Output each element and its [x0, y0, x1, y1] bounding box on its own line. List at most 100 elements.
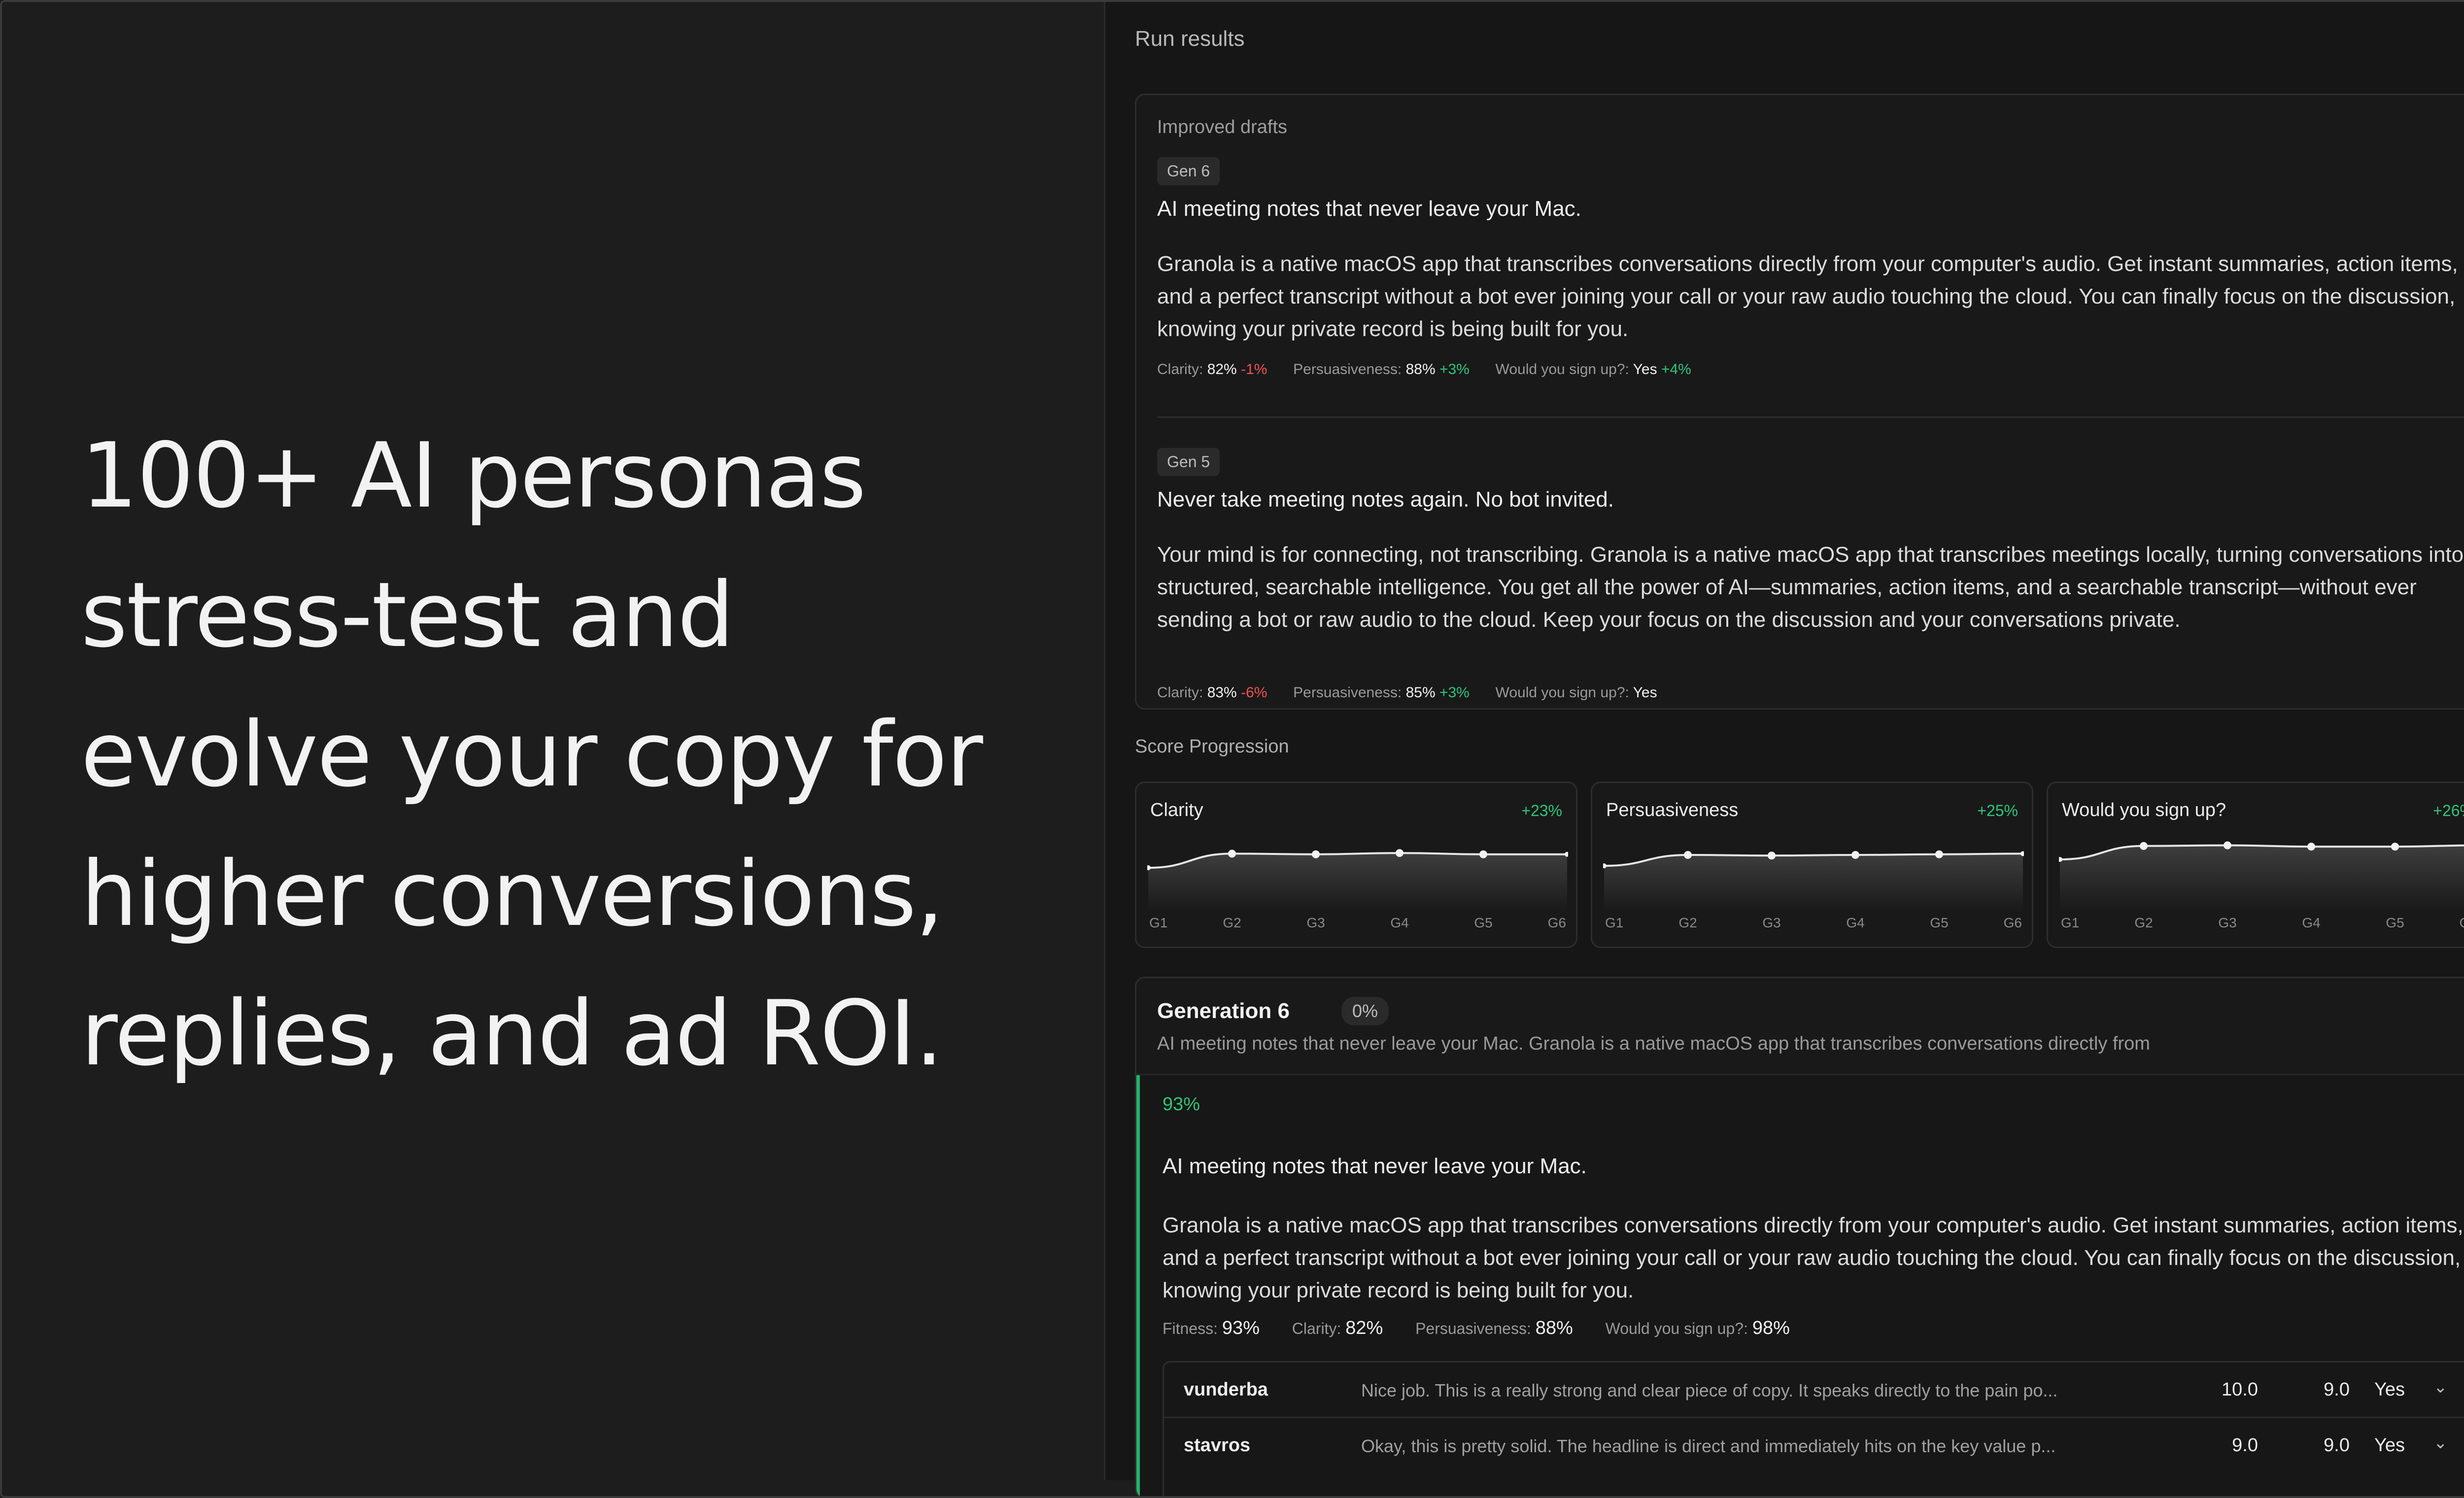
sparkline-name: Persuasiveness	[1606, 800, 1739, 820]
metric-label: Fitness:	[1163, 1320, 1218, 1337]
chevron-down-icon[interactable]: ⌄	[2433, 1377, 2448, 1397]
persona-signup: Yes	[2374, 1435, 2405, 1456]
persona-name: stavros	[1184, 1435, 1251, 1456]
metric-label: Persuasiveness:	[1293, 361, 1402, 377]
sparkline-point	[1479, 850, 1487, 858]
sparkline-chart	[1147, 849, 1568, 911]
metric-value: 83%	[1207, 684, 1237, 701]
persona-comment: Nice job. This is a really strong and cl…	[1361, 1380, 2058, 1400]
metric-value: 85%	[1405, 684, 1436, 701]
sparkline-ticks: G1 G2 G3 G4 G5 G6	[1147, 915, 1568, 935]
variant-title: AI meeting notes that never leave your M…	[1163, 1154, 1587, 1178]
persona-persuasiveness-score: 9.0	[2324, 1379, 2350, 1400]
sparkline-tick-label: G1	[1149, 915, 1168, 930]
gen-badge: Gen 6	[1157, 157, 1220, 185]
run-results-panel: Run results × Improved drafts Gen 6 AI m…	[1104, 2, 2464, 1496]
sparkline-point	[1684, 851, 1692, 859]
sparkline-point	[1228, 850, 1236, 858]
metric-value: Yes	[1633, 361, 1657, 377]
sparkline-area	[1148, 853, 1567, 911]
close-icon[interactable]: ×	[2461, 1153, 2464, 1177]
sparkline-card-signup: Would you sign up? +26% G1 G2 G3 G4 G5 G6	[2047, 782, 2464, 948]
sparkline-tick-label: G2	[1678, 915, 1697, 930]
metric-label: Would you sign up?:	[1605, 1320, 1748, 1337]
draft-title: AI meeting notes that never leave your M…	[1157, 197, 1581, 221]
variant-body: Granola is a native macOS app that trans…	[1163, 1213, 2464, 1302]
sparkline-tick-label: G6	[2003, 915, 2022, 930]
metric-label: Clarity:	[1157, 361, 1203, 377]
sparkline-point	[1396, 849, 1403, 857]
persona-clarity-score: 9.0	[2232, 1435, 2258, 1456]
sparkline-tick-label: G4	[1846, 915, 1865, 930]
hero-line: stress-test and	[81, 563, 734, 667]
metric-value: 93%	[1222, 1318, 1260, 1338]
sparkline-point	[1312, 850, 1320, 858]
sparkline-point	[2224, 841, 2231, 850]
sparkline-area	[2060, 845, 2464, 911]
metric-label: Would you sign up?:	[1495, 684, 1629, 701]
draft-divider	[1157, 416, 2464, 418]
sparkline-point	[1851, 851, 1859, 859]
metric-value: 98%	[1752, 1318, 1790, 1338]
generation-summary: AI meeting notes that never leave your M…	[1157, 1033, 2150, 1054]
variant-detail: 93% AI meeting notes that never leave yo…	[1136, 1075, 2464, 1496]
panel-title: Run results	[1135, 27, 1245, 51]
persona-signup: Yes	[2374, 1379, 2405, 1400]
gen-badge: Gen 5	[1157, 448, 1220, 476]
app-frame: 100+ AI personas stress-test and evolve …	[0, 0, 2464, 1498]
chevron-down-icon[interactable]: ⌄	[2433, 1433, 2448, 1453]
sparkline-name: Would you sign up?	[2062, 800, 2226, 820]
hero-headline: 100+ AI personas stress-test and evolve …	[81, 406, 1066, 1103]
score-progression-title: Score Progression	[1135, 736, 1289, 757]
sparkline-delta: +26%	[2433, 802, 2464, 819]
sparkline-point	[2391, 843, 2399, 851]
sparkline-ticks: G1 G2 G3 G4 G5 G6	[2059, 915, 2464, 935]
generation-card[interactable]: Generation 6 0% AI meeting notes that ne…	[1135, 977, 2464, 1496]
metric-label: Persuasiveness:	[1293, 684, 1402, 701]
hero-line: evolve your copy for	[81, 702, 983, 807]
persona-row[interactable]: stavros Okay, this is pretty solid. The …	[1164, 1417, 2464, 1471]
sparkline-name: Clarity	[1150, 800, 1203, 820]
sparkline-tick-label: G4	[2302, 915, 2321, 930]
sparkline-card-clarity: Clarity +23% G1 G2 G3 G4 G5 G6	[1135, 782, 1577, 948]
variant-metrics: Fitness: 93% Clarity: 82% Persuasiveness…	[1163, 1318, 1790, 1339]
sparkline-tick-label: G3	[1306, 915, 1325, 930]
metric-value: 88%	[1535, 1318, 1573, 1338]
improved-drafts-card: Improved drafts Gen 6 AI meeting notes t…	[1135, 94, 2464, 710]
sparkline-tick-label: G3	[1762, 915, 1781, 930]
persona-row[interactable]: vunderba Nice job. This is a really stro…	[1164, 1362, 2464, 1417]
hero-line: replies, and ad ROI.	[81, 981, 943, 1086]
sparkline-point	[1768, 851, 1776, 860]
generation-title: Generation 6	[1157, 999, 1290, 1023]
metric-label: Persuasiveness:	[1415, 1320, 1531, 1337]
draft-metrics: Clarity: 82% -1% Persuasiveness: 88% +3%…	[1157, 361, 1691, 378]
persona-name: vunderba	[1184, 1379, 1268, 1400]
sparkline-tick-label: G1	[2061, 915, 2080, 930]
sparkline-tick-label: G6	[1547, 915, 1566, 930]
sparkline-tick-label: G2	[1223, 915, 1241, 930]
metric-delta: +4%	[1661, 361, 1691, 377]
metric-delta: -6%	[1241, 684, 1267, 701]
sparkline-delta: +25%	[1977, 802, 2018, 819]
sparkline-chart	[2059, 841, 2464, 911]
metric-value: 82%	[1207, 361, 1237, 377]
metric-label: Would you sign up?:	[1495, 361, 1629, 377]
sparkline-area	[1604, 853, 2023, 911]
sparkline-tick-label: G3	[2218, 915, 2237, 930]
metric-label: Clarity:	[1157, 684, 1203, 701]
sparkline-delta: +23%	[1521, 802, 1562, 819]
draft-title: Never take meeting notes again. No bot i…	[1157, 487, 1614, 511]
persona-persuasiveness-score: 9.0	[2324, 1435, 2350, 1456]
drafts-label: Improved drafts	[1157, 117, 1287, 137]
metric-value: 88%	[1405, 361, 1436, 377]
sparkline-card-persuasiveness: Persuasiveness +25% G1 G2 G3 G4 G5 G6	[1591, 782, 2033, 948]
persona-table: vunderba Nice job. This is a really stro…	[1163, 1361, 2464, 1496]
metric-value: 82%	[1345, 1318, 1383, 1338]
sparkline-point	[2140, 842, 2148, 850]
variant-score: 93%	[1163, 1094, 1200, 1115]
metric-value: Yes	[1633, 684, 1657, 701]
metric-label: Clarity:	[1292, 1320, 1341, 1337]
sparkline-tick-label: G1	[1605, 915, 1624, 930]
sparkline-ticks: G1 G2 G3 G4 G5 G6	[1603, 915, 2024, 935]
sparkline-tick-label: G2	[2134, 915, 2153, 930]
